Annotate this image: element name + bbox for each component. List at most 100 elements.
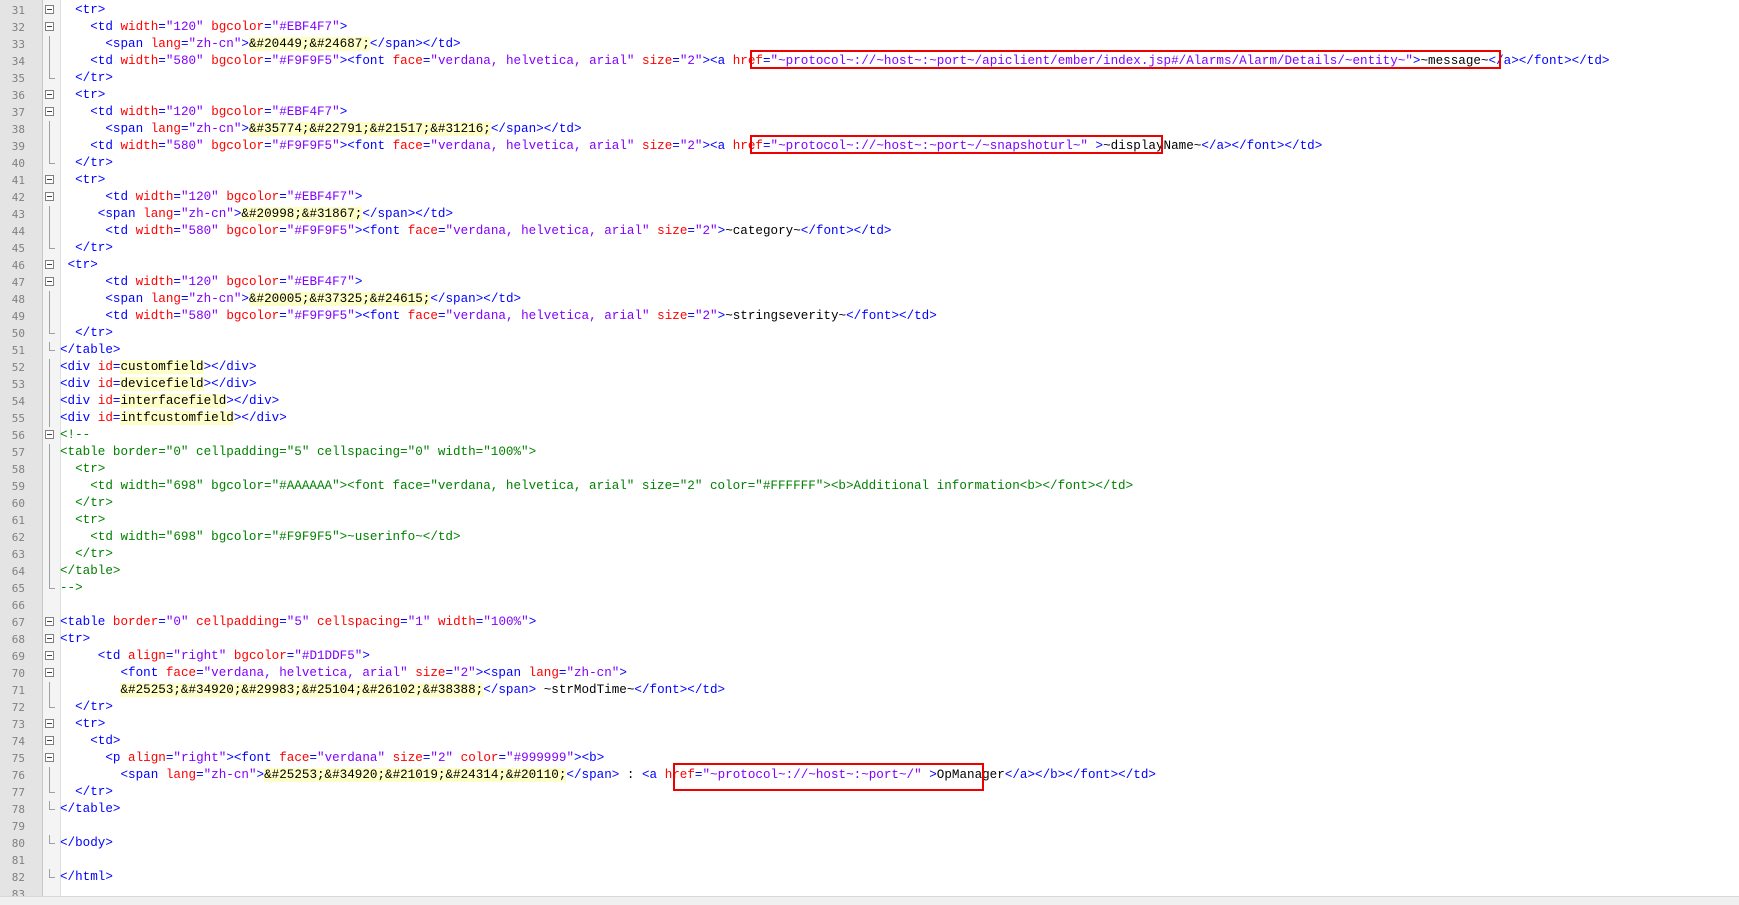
line-number: 56 (11, 429, 25, 442)
code-token: width (135, 309, 174, 323)
code-line[interactable]: 37 <td width="120" bgcolor="#EBF4F7"> (0, 104, 1739, 121)
fold-collapse-icon[interactable] (45, 107, 54, 116)
code-token: id (97, 394, 113, 408)
code-token: width (120, 139, 159, 153)
line-number: 35 (11, 72, 25, 85)
line-number: 64 (11, 565, 25, 578)
fold-collapse-icon[interactable] (45, 260, 54, 269)
code-line[interactable]: 71 &#25253;&#34920;&#29983;&#25104;&#261… (0, 682, 1739, 699)
fold-collapse-icon[interactable] (45, 22, 54, 31)
code-line[interactable]: 75 <p align="right"><font face="verdana"… (0, 750, 1739, 767)
code-token: ><font (339, 139, 393, 153)
fold-collapse-icon[interactable] (45, 634, 54, 643)
code-text: <td width="580" bgcolor="#F9F9F5"><font … (60, 223, 891, 240)
code-line[interactable]: 51 </table> (0, 342, 1739, 359)
code-line[interactable]: 43 <span lang="zh-cn">&#20998;&#31867;</… (0, 206, 1739, 223)
code-line[interactable]: 59 <td width="698" bgcolor="#AAAAAA"><fo… (0, 478, 1739, 495)
code-text: <table border="0" cellpadding="5" cellsp… (60, 614, 536, 631)
code-line[interactable]: 38 <span lang="zh-cn">&#35774;&#22791;&#… (0, 121, 1739, 138)
code-line[interactable]: 35 </tr> (0, 70, 1739, 87)
fold-collapse-icon[interactable] (45, 651, 54, 660)
code-line[interactable]: 40 </tr> (0, 155, 1739, 172)
fold-end-icon (49, 699, 55, 708)
code-line[interactable]: 42 <td width="120" bgcolor="#EBF4F7"> (0, 189, 1739, 206)
code-area[interactable]: 31 <tr> 32 <td width="120" bgcolor="#EBF4… (0, 2, 1739, 903)
code-line[interactable]: 58 <tr> (0, 461, 1739, 478)
code-line[interactable]: 76 <span lang="zh-cn">&#25253;&#34920;&#… (0, 767, 1739, 784)
code-token: "zh-cn" (188, 122, 242, 136)
code-line[interactable]: 46 <tr> (0, 257, 1739, 274)
code-line[interactable]: 54 <div id=interfacefield></div> (0, 393, 1739, 410)
code-line[interactable]: 63 </tr> (0, 546, 1739, 563)
fold-collapse-icon[interactable] (45, 617, 54, 626)
code-line[interactable]: 34 <td width="580" bgcolor="#F9F9F5"><fo… (0, 53, 1739, 70)
code-line[interactable]: 39 <td width="580" bgcolor="#F9F9F5"><fo… (0, 138, 1739, 155)
code-line[interactable]: 49 <td width="580" bgcolor="#F9F9F5"><fo… (0, 308, 1739, 325)
code-line[interactable]: 78 </table> (0, 801, 1739, 818)
code-line[interactable]: 52 <div id=customfield></div> (0, 359, 1739, 376)
code-line[interactable]: 47 <td width="120" bgcolor="#EBF4F7"> (0, 274, 1739, 291)
fold-collapse-icon[interactable] (45, 192, 54, 201)
code-line[interactable]: 48 <span lang="zh-cn">&#20005;&#37325;&#… (0, 291, 1739, 308)
code-line[interactable]: 50 </tr> (0, 325, 1739, 342)
code-line[interactable]: 57 <table border="0" cellpadding="5" cell… (0, 444, 1739, 461)
code-line[interactable]: 61 <tr> (0, 512, 1739, 529)
code-token: devicefield (120, 377, 204, 391)
code-line[interactable]: 56 <!-- (0, 427, 1739, 444)
code-line[interactable]: 64 </table> (0, 563, 1739, 580)
code-line[interactable]: 74 <td> (0, 733, 1739, 750)
fold-collapse-icon[interactable] (45, 5, 54, 14)
code-line[interactable]: 72 </tr> (0, 699, 1739, 716)
fold-collapse-icon[interactable] (45, 719, 54, 728)
code-token: > (339, 20, 348, 34)
code-line[interactable]: 44 <td width="580" bgcolor="#F9F9F5"><fo… (0, 223, 1739, 240)
code-line[interactable]: 73 <tr> (0, 716, 1739, 733)
code-line[interactable]: 68 <tr> (0, 631, 1739, 648)
fold-collapse-icon[interactable] (45, 668, 54, 677)
code-line[interactable]: 81 (0, 852, 1739, 869)
code-line[interactable]: 70 <font face="verdana, helvetica, arial… (0, 665, 1739, 682)
code-token: </tr> (75, 71, 113, 85)
code-token: "zh-cn" (180, 207, 234, 221)
code-line[interactable]: 36 <tr> (0, 87, 1739, 104)
fold-line-icon (49, 767, 50, 784)
code-line[interactable]: 67 <table border="0" cellpadding="5" cell… (0, 614, 1739, 631)
fold-collapse-icon[interactable] (45, 277, 54, 286)
code-line[interactable]: 55 <div id=intfcustomfield></div> (0, 410, 1739, 427)
code-line[interactable]: 77 </tr> (0, 784, 1739, 801)
code-token: border (112, 615, 159, 629)
code-line[interactable]: 80 </body> (0, 835, 1739, 852)
code-line[interactable]: 60 </tr> (0, 495, 1739, 512)
code-token: "verdana, helvetica, arial" (430, 139, 635, 153)
fold-collapse-icon[interactable] (45, 90, 54, 99)
code-line[interactable]: 31 <tr> (0, 2, 1739, 19)
fold-collapse-icon[interactable] (45, 753, 54, 762)
code-editor[interactable]: 31 <tr> 32 <td width="120" bgcolor="#EBF4… (0, 0, 1739, 905)
fold-collapse-icon[interactable] (45, 430, 54, 439)
code-token: ><b> (574, 751, 605, 765)
code-line[interactable]: 41 <tr> (0, 172, 1739, 189)
code-line[interactable]: 69 <td align="right" bgcolor="#D1DDF5"> (0, 648, 1739, 665)
code-line[interactable]: 53 <div id=devicefield></div> (0, 376, 1739, 393)
code-line[interactable]: 66 (0, 597, 1739, 614)
fold-collapse-icon[interactable] (45, 736, 54, 745)
code-line[interactable]: 33 <span lang="zh-cn">&#20449;&#24687;</… (0, 36, 1739, 53)
code-line[interactable]: 79 (0, 818, 1739, 835)
code-text: </body> (60, 835, 113, 852)
code-line[interactable]: 65 --> (0, 580, 1739, 597)
code-text: <!-- (60, 427, 90, 444)
code-line[interactable]: 82 </html> (0, 869, 1739, 886)
code-text: <p align="right"><font face="verdana" si… (60, 750, 604, 767)
code-line[interactable]: 32 <td width="120" bgcolor="#EBF4F7"> (0, 19, 1739, 36)
fold-collapse-icon[interactable] (45, 175, 54, 184)
code-line[interactable]: 62 <td width="698" bgcolor="#F9F9F5">~us… (0, 529, 1739, 546)
code-text: <div id=customfield></div> (60, 359, 257, 376)
code-line[interactable]: 45 </tr> (0, 240, 1739, 257)
code-token: size (415, 666, 446, 680)
